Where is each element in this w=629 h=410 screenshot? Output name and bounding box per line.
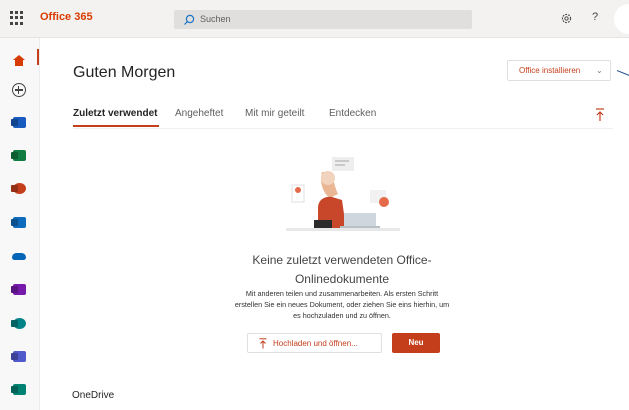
active-indicator <box>37 49 39 65</box>
teams-icon[interactable] <box>8 345 30 367</box>
section-heading-onedrive: OneDrive <box>72 390 115 401</box>
sway-icon[interactable] <box>8 378 30 400</box>
upload-and-open-button[interactable]: Hochladen und öffnen... <box>247 333 382 353</box>
search-placeholder: Suchen <box>200 14 231 24</box>
empty-desc-line: es hochzuladen und zu öffnen. <box>293 311 391 320</box>
tab-recent[interactable]: Zuletzt verwendet <box>73 108 157 119</box>
empty-title-line: Keine zuletzt verwendeten Office- <box>252 253 432 267</box>
avatar[interactable] <box>614 4 629 34</box>
tab-pinned[interactable]: Angeheftet <box>175 108 223 119</box>
outlook-icon[interactable] <box>8 211 30 233</box>
annotation-line <box>616 70 629 78</box>
empty-desc-line: erstellen Sie ein neues Dokument, oder z… <box>234 300 450 309</box>
sharepoint-icon[interactable] <box>8 312 30 334</box>
upload-icon[interactable] <box>595 108 605 122</box>
brand-title[interactable]: Office 365 <box>40 11 93 23</box>
onenote-icon[interactable] <box>8 278 30 300</box>
new-button-label: Neu <box>408 338 424 347</box>
top-bar: Office 365 Suchen ? <box>0 0 629 38</box>
empty-desc-line: Mit anderen teilen und zusammenarbeiten.… <box>245 289 439 298</box>
tab-discover[interactable]: Entdecken <box>329 108 376 119</box>
onedrive-icon[interactable] <box>8 245 30 267</box>
search-icon <box>184 14 195 25</box>
divider <box>73 128 613 129</box>
page-title: Guten Morgen <box>73 64 176 81</box>
active-tab-underline <box>73 125 159 127</box>
new-button[interactable]: Neu <box>392 333 440 353</box>
empty-state-title: Keine zuletzt verwendeten Office- Online… <box>200 251 484 289</box>
empty-state-description: Mit anderen teilen und zusammenarbeiten.… <box>200 288 484 321</box>
help-button[interactable]: ? <box>592 11 598 23</box>
upload-icon <box>259 338 267 349</box>
gear-icon[interactable] <box>560 12 573 25</box>
empty-state-illustration <box>286 157 400 231</box>
empty-title-line: Onlinedokumente <box>294 272 390 286</box>
word-icon[interactable] <box>8 111 30 133</box>
powerpoint-icon[interactable] <box>8 177 30 199</box>
install-office-button[interactable]: Office installieren ⌄ <box>507 60 611 81</box>
home-icon[interactable] <box>8 49 30 71</box>
add-circle-icon[interactable] <box>8 79 30 101</box>
app-rail <box>0 38 40 410</box>
app-launcher-icon[interactable] <box>10 11 24 25</box>
chevron-down-icon: ⌄ <box>596 66 603 75</box>
search-input[interactable]: Suchen <box>174 10 472 29</box>
excel-icon[interactable] <box>8 144 30 166</box>
upload-and-open-label: Hochladen und öffnen... <box>273 339 358 348</box>
tab-shared-with-me[interactable]: Mit mir geteilt <box>245 108 304 119</box>
install-office-label: Office installieren <box>519 66 581 75</box>
